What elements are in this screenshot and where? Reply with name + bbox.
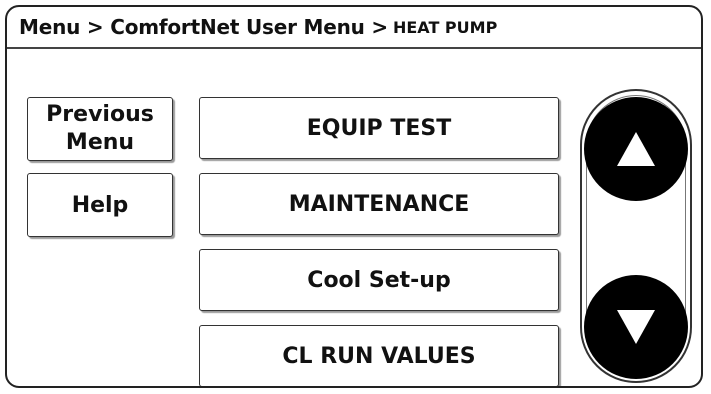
menu-item-cool-setup[interactable]: Cool Set-up [199,249,559,311]
previous-menu-button[interactable]: Previous Menu [27,97,173,161]
scroll-up-button[interactable] [584,97,688,201]
menu-item-label: EQUIP TEST [306,115,452,141]
menu-item-label: CL RUN VALUES [282,343,476,369]
previous-menu-label-line1: Previous [46,102,154,127]
menu-item-cl-run-values[interactable]: CL RUN VALUES [199,325,559,386]
menu-item-label: Cool Set-up [307,267,451,293]
breadcrumb: Menu > ComfortNet User Menu > HEAT PUMP [7,7,701,49]
help-label: Help [71,192,129,218]
menu-item-equip-test[interactable]: EQUIP TEST [199,97,559,159]
scroll-down-button[interactable] [584,275,688,379]
triangle-up-icon [617,132,655,166]
triangle-down-icon [617,310,655,344]
menu-item-maintenance[interactable]: MAINTENANCE [199,173,559,235]
previous-menu-label-line2: Menu [65,130,135,155]
thermostat-screen: Menu > ComfortNet User Menu > HEAT PUMP … [5,5,703,388]
help-button[interactable]: Help [27,173,173,237]
breadcrumb-current: HEAT PUMP [392,17,498,37]
menu-item-label: MAINTENANCE [288,191,470,217]
breadcrumb-path: Menu > ComfortNet User Menu > [19,15,388,39]
